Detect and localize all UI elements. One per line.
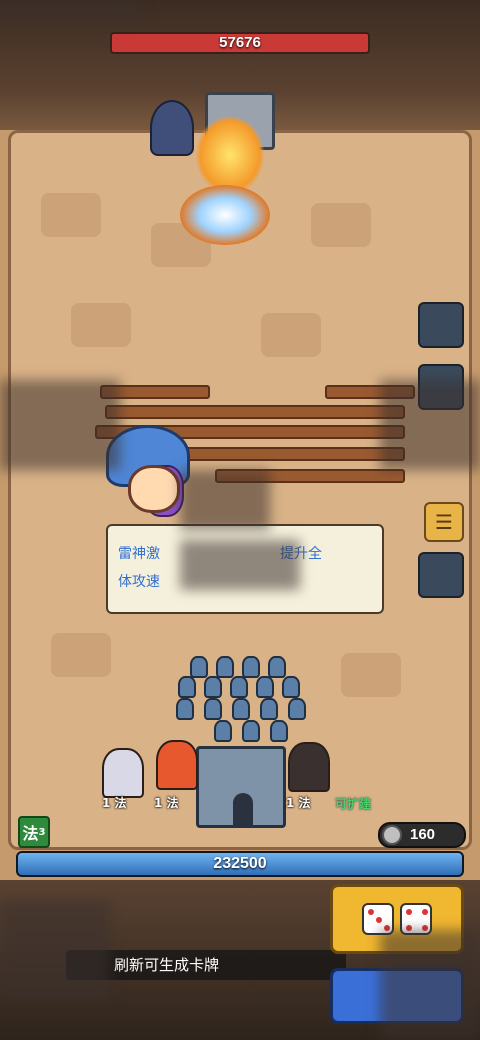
unit-tag: 1 法 [286, 794, 311, 811]
coin-icon [382, 825, 402, 845]
unit-dark-knight[interactable] [288, 742, 330, 792]
soldier-unit [260, 698, 278, 720]
player-hp-value: 232500 [213, 855, 267, 872]
unit-class: 法 [298, 796, 311, 810]
soldier-unit [204, 676, 222, 698]
enemy-hp-bar: 57676 [110, 32, 370, 54]
tower-door [233, 793, 253, 825]
soldier-unit [232, 698, 250, 720]
soldier-unit [176, 698, 194, 720]
floor-tile [341, 653, 401, 697]
unit-level: 1 [286, 796, 295, 810]
player-hp-bar: 232500 [16, 851, 464, 877]
soldier-unit [214, 720, 232, 742]
class-count: 3 [38, 826, 46, 838]
blur-patch [180, 540, 300, 590]
coin-counter: 160 [378, 822, 466, 848]
soldier-unit [216, 656, 234, 678]
soldier-unit [242, 720, 260, 742]
blur-patch [0, 0, 140, 20]
unit-class: 法 [114, 796, 127, 810]
floor-tile [51, 633, 111, 677]
chat-icon: ☰ [435, 510, 453, 534]
blur-patch [0, 900, 110, 1000]
blur-patch [0, 380, 120, 470]
fire-effect [195, 115, 265, 195]
soldier-unit [190, 656, 208, 678]
floor-tile [261, 313, 321, 357]
enemy-hp-value: 57676 [219, 34, 261, 51]
soldier-unit [178, 676, 196, 698]
soldier-unit [288, 698, 306, 720]
soldier-unit [282, 676, 300, 698]
side-slot-button[interactable] [418, 302, 464, 348]
side-slot-button[interactable] [418, 552, 464, 598]
chat-button[interactable]: ☰ [424, 502, 464, 542]
blur-patch [180, 470, 270, 530]
lightning-effect [180, 185, 270, 245]
soldier-unit [242, 656, 260, 678]
unit-level: 1 [102, 796, 111, 810]
bridge-plank [105, 405, 405, 419]
unit-class: 法 [166, 796, 179, 810]
dialog-text-a: 雷神激 [118, 546, 160, 562]
blur-patch [380, 380, 480, 470]
hero-face [128, 465, 180, 513]
coin-value: 160 [410, 826, 436, 843]
unit-tag: 1 法 [102, 794, 127, 811]
soldier-unit [230, 676, 248, 698]
soldier-unit [268, 656, 286, 678]
player-tower[interactable] [196, 746, 286, 828]
unit-level: 1 [154, 796, 163, 810]
soldier-unit [204, 698, 222, 720]
floor-tile [311, 203, 371, 247]
game-screen: 57676 ☰ 雷神激 提升全 体攻速 1 法 1 法 1 法 可扩建 法 3 … [0, 0, 480, 1040]
floor-tile [71, 303, 131, 347]
unit-fire-mage[interactable] [156, 740, 198, 790]
floor-tile [41, 193, 101, 237]
class-label: 法 [22, 824, 39, 843]
soldier-unit [256, 676, 274, 698]
enemy-unit [150, 100, 194, 156]
unit-tag: 1 法 [154, 794, 179, 811]
class-synergy-badge[interactable]: 法3 [18, 816, 50, 848]
soldier-unit [270, 720, 288, 742]
blur-patch [380, 930, 480, 1040]
expand-slot-label[interactable]: 可扩建 [335, 795, 371, 812]
unit-sage[interactable] [102, 748, 144, 798]
